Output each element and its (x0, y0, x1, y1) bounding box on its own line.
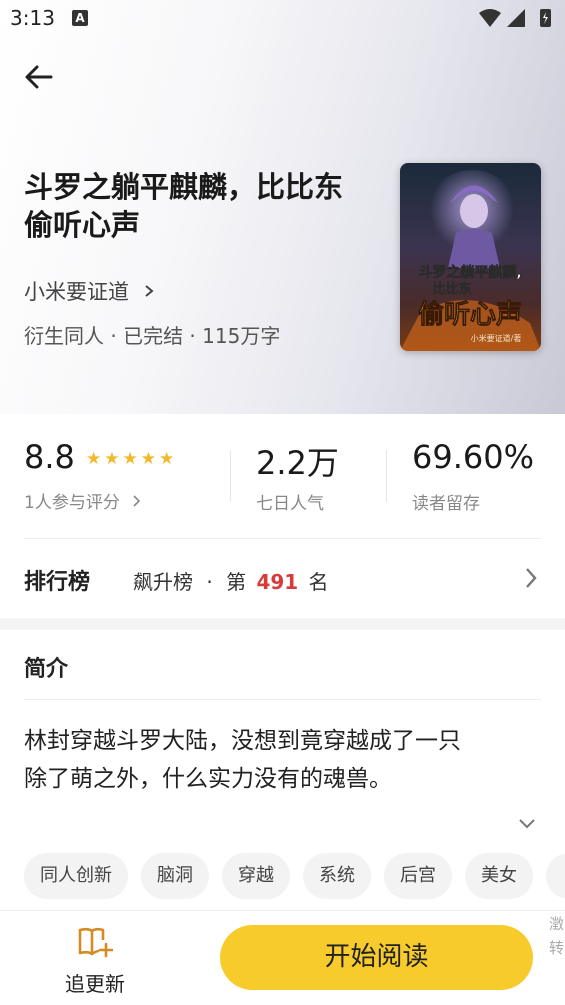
ranking-list-name: 飙升榜 (133, 570, 193, 594)
cover-title-line2: 比比东 (432, 281, 471, 297)
cover-title-line1: 斗罗之躺平麒麟, (418, 264, 521, 281)
intro-text: 林封穿越斗罗大陆，没想到竟穿越成了一只 除了萌之外，什么实力没有的魂兽。 (24, 722, 544, 798)
cover-title-line3: 偷听心声 (418, 299, 522, 330)
popularity-value: 2.2万 (256, 444, 339, 482)
tag-chip[interactable]: 穿越 (222, 853, 290, 899)
chevron-right-icon (145, 285, 154, 297)
start-reading-button[interactable]: 开始阅读 (220, 925, 533, 990)
book-add-icon (78, 927, 113, 958)
side-hint-text: 澂转 (549, 915, 565, 957)
chevron-right-icon (526, 568, 537, 588)
rating-count-link[interactable]: 1人参与评分 (24, 488, 141, 513)
rating-count-label: 1人参与评分 (24, 493, 120, 513)
cover-byline: 小米要证道/著 (471, 333, 522, 343)
book-title: 斗罗之躺平麒麟，比比东 偷听心声 (24, 168, 384, 244)
tag-list: 同人创新 脑洞 穿越 系统 后宫 美女 (24, 853, 565, 901)
author-link[interactable]: 小米要证道 (24, 276, 155, 306)
ranking-separator: · (206, 570, 213, 594)
rating-score: 8.8 (24, 438, 75, 476)
status-icons (479, 9, 551, 27)
ranking-title: 排行榜 (24, 570, 91, 595)
book-title-line2: 偷听心声 (24, 208, 141, 242)
book-meta: 衍生同人 · 已完结 · 115万字 (24, 324, 281, 348)
chevron-right-icon (133, 494, 140, 507)
section-gap (0, 618, 565, 630)
book-cover[interactable]: 斗罗之躺平麒麟, 比比东 偷听心声 小米要证道/著 (400, 163, 541, 351)
author-name: 小米要证道 (24, 280, 129, 304)
tag-chip[interactable]: 同人创新 (24, 853, 128, 899)
tag-chip[interactable]: 美女 (465, 853, 533, 899)
follow-updates-button[interactable]: 追更新 (50, 922, 140, 998)
divider (24, 699, 541, 700)
cover-art: 斗罗之躺平麒麟, 比比东 偷听心声 小米要证道/著 (400, 163, 541, 351)
popularity-label: 七日人气 (256, 494, 324, 514)
chevron-down-icon[interactable] (517, 817, 537, 831)
divider (24, 538, 541, 539)
status-bar: 3:13 A (0, 0, 565, 38)
wifi-icon (479, 9, 501, 27)
tag-chip[interactable]: 系统 (303, 853, 371, 899)
tag-chip[interactable]: 后宫 (384, 853, 452, 899)
follow-updates-label: 追更新 (65, 972, 125, 996)
retention-label: 读者留存 (412, 494, 480, 514)
signal-icon (507, 9, 525, 27)
retention-value: 69.60% (412, 438, 535, 476)
book-title-line1: 斗罗之躺平麒麟，比比东 (24, 170, 344, 204)
ranking-prefix: 第 (226, 570, 247, 594)
tag-chip[interactable]: 脑洞 (141, 853, 209, 899)
status-time: 3:13 (10, 6, 55, 30)
ranking-suffix: 名 (308, 570, 329, 594)
intro-title: 简介 (24, 657, 69, 682)
intro-line: 除了萌之外，什么实力没有的魂兽。 (24, 766, 392, 792)
ranking-number: 491 (256, 570, 299, 594)
stat-divider (230, 450, 231, 502)
stat-divider (386, 450, 387, 502)
ranking-text: 飙升榜 · 第 491 名 (133, 566, 329, 595)
intro-line: 林封穿越斗罗大陆，没想到竟穿越成了一只 (24, 728, 461, 754)
notification-icon: A (72, 10, 88, 26)
star-rating: ★★★★★ (86, 449, 178, 469)
tag-chip-partial[interactable] (546, 853, 565, 899)
back-arrow-icon[interactable] (22, 60, 56, 94)
